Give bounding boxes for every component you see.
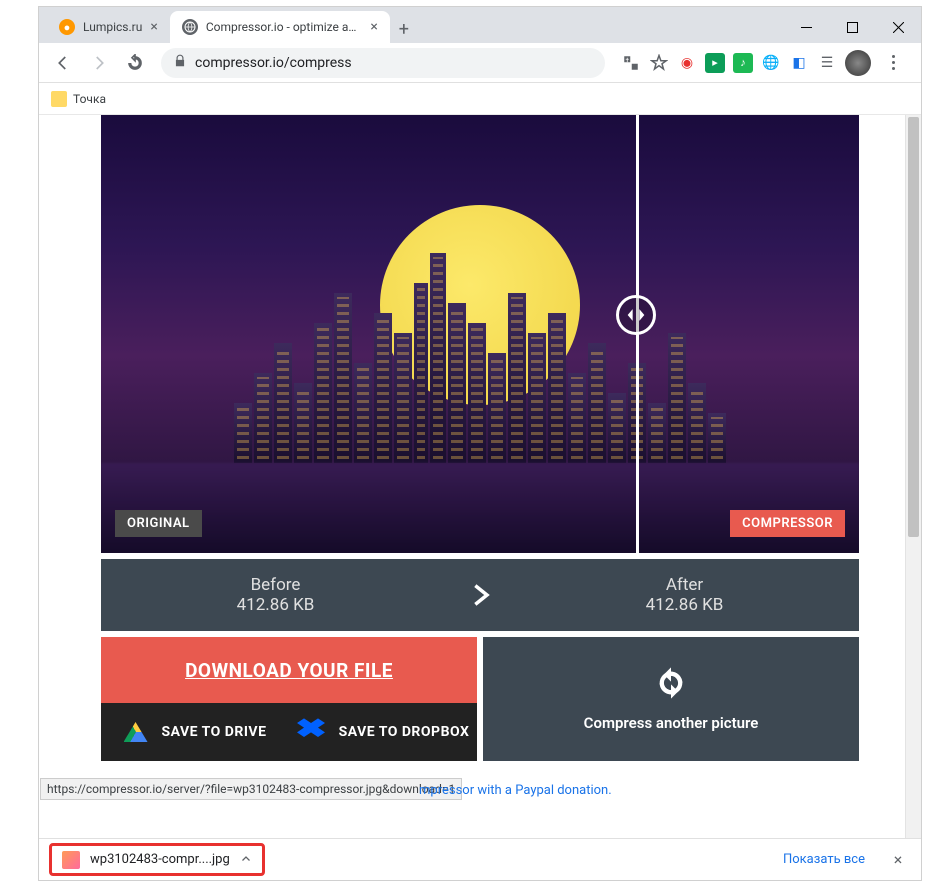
comparison-image	[101, 115, 859, 553]
menu-button[interactable]	[879, 55, 907, 70]
ext-music-icon[interactable]: ♪	[733, 53, 753, 73]
image-comparison[interactable]: ORIGINAL COMPRESSOR	[101, 115, 859, 553]
new-tab-button[interactable]: +	[390, 15, 418, 43]
maximize-button[interactable]	[829, 11, 875, 43]
close-icon[interactable]: ×	[150, 19, 157, 35]
close-icon[interactable]: ×	[370, 19, 377, 35]
ext-cube-icon[interactable]: ◧	[789, 53, 809, 73]
page-content: ORIGINAL COMPRESSOR Before 412.86 KB Aft…	[39, 115, 921, 838]
extensions: ◉ ▸ ♪ 🌐 ◧ ☰	[615, 50, 913, 76]
window-controls	[783, 11, 921, 43]
bookmark-label[interactable]: Точка	[73, 92, 106, 106]
back-button[interactable]	[47, 47, 79, 79]
tab-lumpics[interactable]: ● Lumpics.ru ×	[47, 11, 170, 43]
original-badge: ORIGINAL	[115, 510, 202, 537]
vertical-scrollbar[interactable]	[905, 115, 921, 838]
bookmarks-bar: Точка	[39, 83, 921, 115]
status-bar-link: https://compressor.io/server/?file=wp310…	[40, 778, 462, 800]
ext-globe-icon[interactable]: 🌐	[761, 53, 781, 73]
donation-link[interactable]: mpressor with a Paypal donation.	[419, 783, 612, 798]
google-drive-icon	[124, 722, 148, 742]
titlebar: ● Lumpics.ru × Compressor.io - optimize …	[39, 7, 921, 43]
folder-icon	[51, 91, 67, 107]
close-button[interactable]	[875, 11, 921, 43]
tab-compressor[interactable]: Compressor.io - optimize and co ×	[170, 11, 390, 43]
stat-after: After 412.86 KB	[510, 575, 859, 615]
download-item[interactable]: wp3102483-compr....jpg	[49, 843, 265, 876]
file-icon	[62, 851, 80, 869]
minimize-button[interactable]	[783, 11, 829, 43]
stat-after-value: 412.86 KB	[510, 595, 859, 615]
forward-button[interactable]	[83, 47, 115, 79]
favicon-compressor	[182, 19, 198, 35]
stat-after-label: After	[510, 575, 859, 595]
stats-bar: Before 412.86 KB After 412.86 KB	[101, 559, 859, 631]
compressor-badge: COMPRESSOR	[730, 510, 845, 537]
tab-title: Lumpics.ru	[83, 20, 142, 34]
actions-row: DOWNLOAD YOUR FILE SAVE TO DRIVE SAVE TO…	[101, 637, 859, 761]
stat-before-label: Before	[101, 575, 450, 595]
profile-avatar[interactable]	[845, 50, 871, 76]
reload-button[interactable]	[119, 47, 151, 79]
save-dropbox-button[interactable]: SAVE TO DROPBOX	[289, 703, 477, 761]
show-all-button[interactable]: Показать все	[773, 848, 875, 871]
tab-title: Compressor.io - optimize and co	[206, 20, 363, 34]
lock-icon	[173, 53, 187, 72]
browser-window: ● Lumpics.ru × Compressor.io - optimize …	[38, 6, 922, 881]
refresh-icon	[654, 666, 688, 704]
ext-list-icon[interactable]: ☰	[817, 53, 837, 73]
shelf-close-button[interactable]: ×	[885, 847, 911, 873]
compress-another-button[interactable]: Compress another picture	[483, 637, 859, 761]
scroll-thumb[interactable]	[908, 117, 919, 537]
toolbar: compressor.io/compress ◉ ▸ ♪ 🌐 ◧ ☰	[39, 43, 921, 83]
save-dropbox-label: SAVE TO DROPBOX	[339, 724, 470, 740]
slider-handle[interactable]	[616, 295, 656, 335]
ext-red-icon[interactable]: ◉	[677, 53, 697, 73]
stat-before: Before 412.86 KB	[101, 575, 450, 615]
favicon-lumpics: ●	[59, 19, 75, 35]
download-button[interactable]: DOWNLOAD YOUR FILE	[101, 637, 477, 703]
url-text: compressor.io/compress	[195, 55, 352, 71]
address-bar[interactable]: compressor.io/compress	[161, 48, 605, 78]
ext-green-icon[interactable]: ▸	[705, 53, 725, 73]
translate-icon[interactable]	[621, 53, 641, 73]
download-filename: wp3102483-compr....jpg	[90, 852, 230, 867]
save-drive-label: SAVE TO DRIVE	[162, 724, 267, 740]
compress-another-label: Compress another picture	[584, 714, 759, 732]
star-icon[interactable]	[649, 53, 669, 73]
tabs-area: ● Lumpics.ru × Compressor.io - optimize …	[39, 11, 783, 43]
arrow-icon	[450, 581, 510, 609]
save-drive-button[interactable]: SAVE TO DRIVE	[101, 703, 289, 761]
chevron-up-icon[interactable]	[240, 850, 252, 869]
download-shelf: wp3102483-compr....jpg Показать все ×	[39, 838, 921, 880]
dropbox-icon	[297, 718, 325, 746]
stat-before-value: 412.86 KB	[101, 595, 450, 615]
